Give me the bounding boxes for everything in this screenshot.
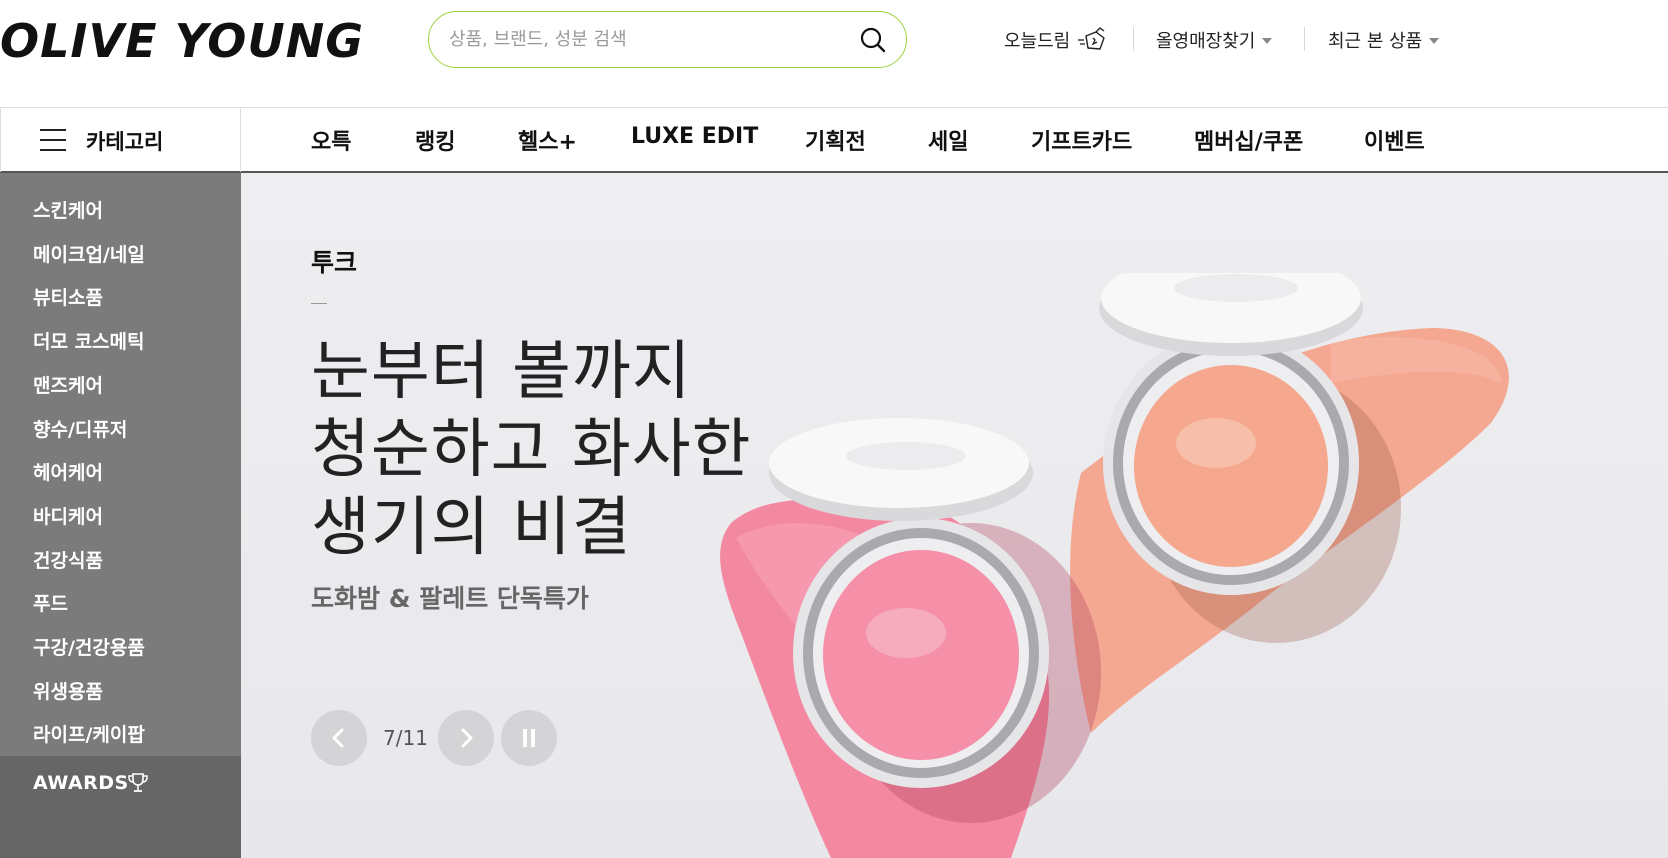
headline-line: 청순하고 화사한	[311, 413, 752, 487]
headline-line: 생기의 비결	[311, 491, 632, 565]
hero-banner[interactable]: 투크 눈부터 볼까지 청순하고 화사한 생기의 비결 도화밤 & 팔레트 단독특…	[241, 173, 1668, 858]
banner-brand: 투크	[311, 248, 358, 277]
pause-slide-button[interactable]	[501, 710, 557, 766]
nav-item-gift-card[interactable]: 기프트카드	[1031, 124, 1132, 156]
nav-item-ranking[interactable]: 랭킹	[415, 124, 455, 156]
awards-link[interactable]: AWARDS	[0, 756, 241, 858]
sidebar-item-health-food[interactable]: 건강식품	[33, 546, 103, 573]
nav-item-luxe-edit[interactable]: LUXE EDIT	[631, 124, 758, 149]
slide-counter: 7/11	[383, 726, 428, 750]
nav-item-health-plus[interactable]: 헬스+	[518, 124, 577, 156]
sidebar-item-mens-care[interactable]: 맨즈케어	[33, 371, 103, 398]
chevron-left-icon	[332, 728, 344, 748]
chevron-right-icon	[461, 728, 473, 748]
product-image	[720, 273, 1509, 858]
awards-label: AWARDS	[33, 772, 129, 794]
caret-down-icon	[1262, 38, 1273, 44]
sidebar-item-life-kpop[interactable]: 라이프/케이팝	[33, 720, 145, 747]
next-slide-button[interactable]	[438, 710, 494, 766]
sidebar-item-skincare[interactable]: 스킨케어	[33, 196, 103, 223]
header: OLIVE YOUNG 오늘드림 올영매장찾기 최근 본 상품	[0, 0, 1668, 108]
recent-products-link[interactable]: 최근 본 상품	[1328, 27, 1440, 53]
brand-divider	[311, 303, 327, 304]
nav-item-otuk[interactable]: 오특	[311, 124, 351, 156]
pause-icon	[523, 729, 535, 747]
prev-slide-button[interactable]	[311, 710, 367, 766]
category-button[interactable]: 카테고리	[0, 108, 241, 172]
sidebar-item-food[interactable]: 푸드	[33, 589, 68, 616]
sidebar-item-perfume-diffuser[interactable]: 향수/디퓨저	[33, 415, 127, 442]
headline-line: 눈부터 볼까지	[311, 335, 692, 409]
recent-products-label: 최근 본 상품	[1328, 31, 1423, 52]
store-finder-label: 올영매장찾기	[1156, 31, 1256, 52]
delivery-icon	[1078, 27, 1105, 50]
util-divider	[1304, 27, 1305, 51]
sidebar-item-oral-health[interactable]: 구강/건강용품	[33, 633, 145, 660]
today-delivery-label: 오늘드림	[1004, 31, 1071, 52]
today-delivery-link[interactable]: 오늘드림	[1004, 27, 1110, 53]
sidebar-item-hygiene[interactable]: 위생용품	[33, 677, 103, 704]
banner-headline: 눈부터 볼까지 청순하고 화사한 생기의 비결	[311, 333, 752, 567]
search-input[interactable]	[449, 24, 849, 54]
search-box	[428, 11, 907, 68]
category-label: 카테고리	[86, 130, 164, 154]
logo[interactable]: OLIVE YOUNG	[0, 14, 364, 68]
nav-item-event[interactable]: 이벤트	[1364, 124, 1425, 156]
sidebar-item-dermo-cosmetic[interactable]: 더모 코스메틱	[33, 327, 145, 354]
hamburger-icon	[40, 129, 66, 151]
nav-item-exhibition[interactable]: 기획전	[805, 124, 866, 156]
store-finder-link[interactable]: 올영매장찾기	[1156, 27, 1273, 53]
caret-down-icon	[1429, 38, 1440, 44]
main-nav: 카테고리 오특 랭킹 헬스+ LUXE EDIT 기획전 세일 기프트카드 멤버…	[0, 107, 1668, 173]
trophy-icon	[128, 773, 148, 792]
sidebar-item-body-care[interactable]: 바디케어	[33, 502, 103, 529]
banner-subline: 도화밤 & 팔레트 단독특가	[311, 584, 589, 613]
search-button[interactable]	[858, 25, 888, 55]
util-divider	[1133, 27, 1134, 51]
category-sidebar: 스킨케어 메이크업/네일 뷰티소품 더모 코스메틱 맨즈케어 향수/디퓨저 헤어…	[0, 173, 241, 858]
nav-item-membership-coupon[interactable]: 멤버십/쿠폰	[1194, 124, 1303, 156]
nav-item-sale[interactable]: 세일	[928, 124, 968, 156]
sidebar-item-hair-care[interactable]: 헤어케어	[33, 458, 103, 485]
search-icon	[860, 27, 886, 53]
sidebar-item-beauty-tools[interactable]: 뷰티소품	[33, 283, 103, 310]
sidebar-item-makeup-nail[interactable]: 메이크업/네일	[33, 240, 145, 267]
